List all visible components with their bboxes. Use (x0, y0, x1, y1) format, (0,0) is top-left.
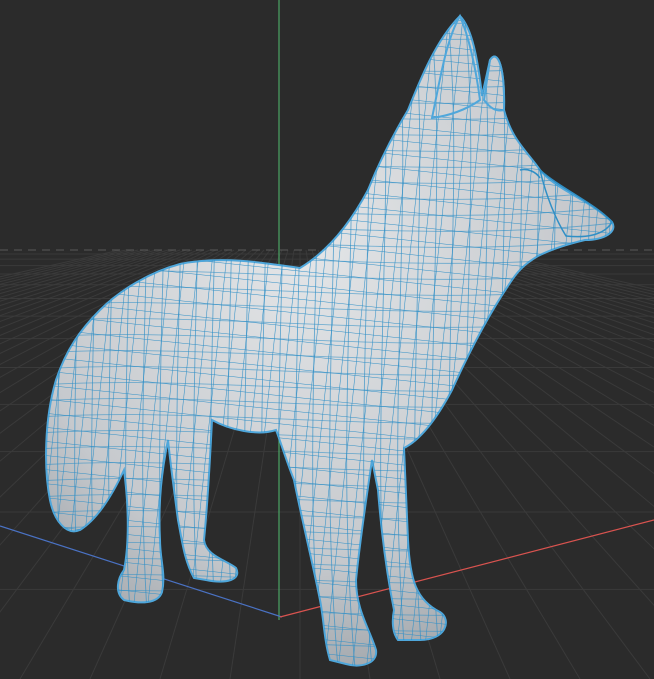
3d-viewport[interactable] (0, 0, 654, 679)
edge-loop (46, 19, 51, 666)
edge-loop (532, 19, 544, 666)
fox-wireframe (46, 16, 614, 666)
edge-ring (46, 89, 614, 104)
fox-mesh[interactable] (0, 0, 654, 679)
edge-ring (46, 16, 614, 24)
edge-ring (46, 137, 614, 152)
edge-ring (46, 153, 614, 168)
edge-loop (600, 19, 612, 666)
edge-loop (549, 19, 561, 666)
edge-ring (46, 73, 614, 88)
viewport-canvas[interactable] (0, 0, 654, 679)
edge-ring (46, 57, 614, 72)
edge-ring (46, 25, 614, 40)
edge-ring (46, 41, 614, 56)
edge-loop (56, 19, 68, 666)
edge-ring (46, 121, 614, 136)
edge-ring (46, 105, 614, 120)
